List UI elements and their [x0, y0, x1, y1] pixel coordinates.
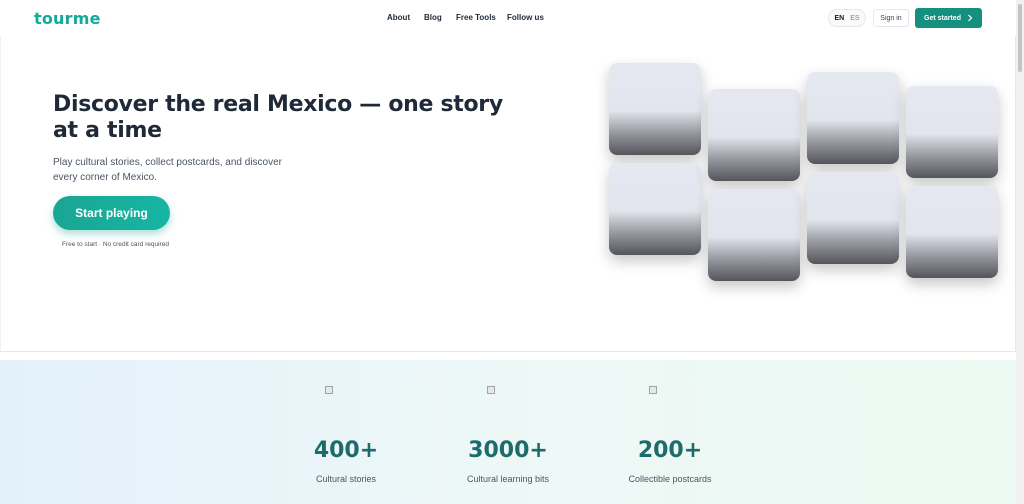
scrollbar-track[interactable]	[1016, 0, 1024, 504]
stat-value-learning-bits: 3000+	[468, 438, 548, 463]
stat-label-stories: Cultural stories	[315, 474, 377, 484]
postcard-card	[708, 89, 800, 181]
lang-es[interactable]: ES	[850, 15, 859, 22]
postcard-card	[708, 189, 800, 281]
stat-image	[487, 386, 495, 394]
postcard-card	[609, 63, 701, 155]
stat-image	[325, 386, 333, 394]
chevron-right-icon	[968, 14, 973, 22]
language-switcher: EN ES	[828, 9, 866, 27]
postcard-card	[609, 163, 701, 255]
lang-en[interactable]: EN	[834, 15, 844, 22]
start-playing-button[interactable]: Start playing	[53, 196, 170, 230]
stat-value-stories: 400+	[313, 438, 379, 463]
nav-about[interactable]: About	[387, 13, 410, 22]
stat-value-postcards: 200+	[637, 438, 703, 463]
postcard-card	[807, 172, 899, 264]
nav-free-tools[interactable]: Free Tools	[456, 13, 496, 22]
hero-title: Discover the real Mexico — one story at …	[53, 92, 503, 143]
top-nav-bar: tourme About Blog Free Tools Follow us E…	[0, 0, 1016, 36]
nav-blog[interactable]: Blog	[424, 13, 442, 22]
get-started-button[interactable]: Get started	[915, 8, 982, 28]
postcard-card	[906, 186, 998, 278]
stat-image	[649, 386, 657, 394]
stat-label-postcards: Collectible postcards	[628, 474, 712, 484]
sign-in-button[interactable]: Sign in	[873, 9, 909, 27]
stat-label-learning-bits: Cultural learning bits	[466, 474, 550, 484]
postcard-card	[906, 86, 998, 178]
scrollbar-thumb[interactable]	[1018, 4, 1022, 72]
postcard-card	[807, 72, 899, 164]
logo[interactable]: tourme	[34, 9, 101, 28]
nav-follow-us[interactable]: Follow us	[507, 13, 544, 22]
get-started-label: Get started	[924, 14, 961, 22]
hero-subtitle: Play cultural stories, collect postcards…	[53, 157, 282, 183]
cta-note: Free to start · No credit card required	[62, 241, 169, 248]
